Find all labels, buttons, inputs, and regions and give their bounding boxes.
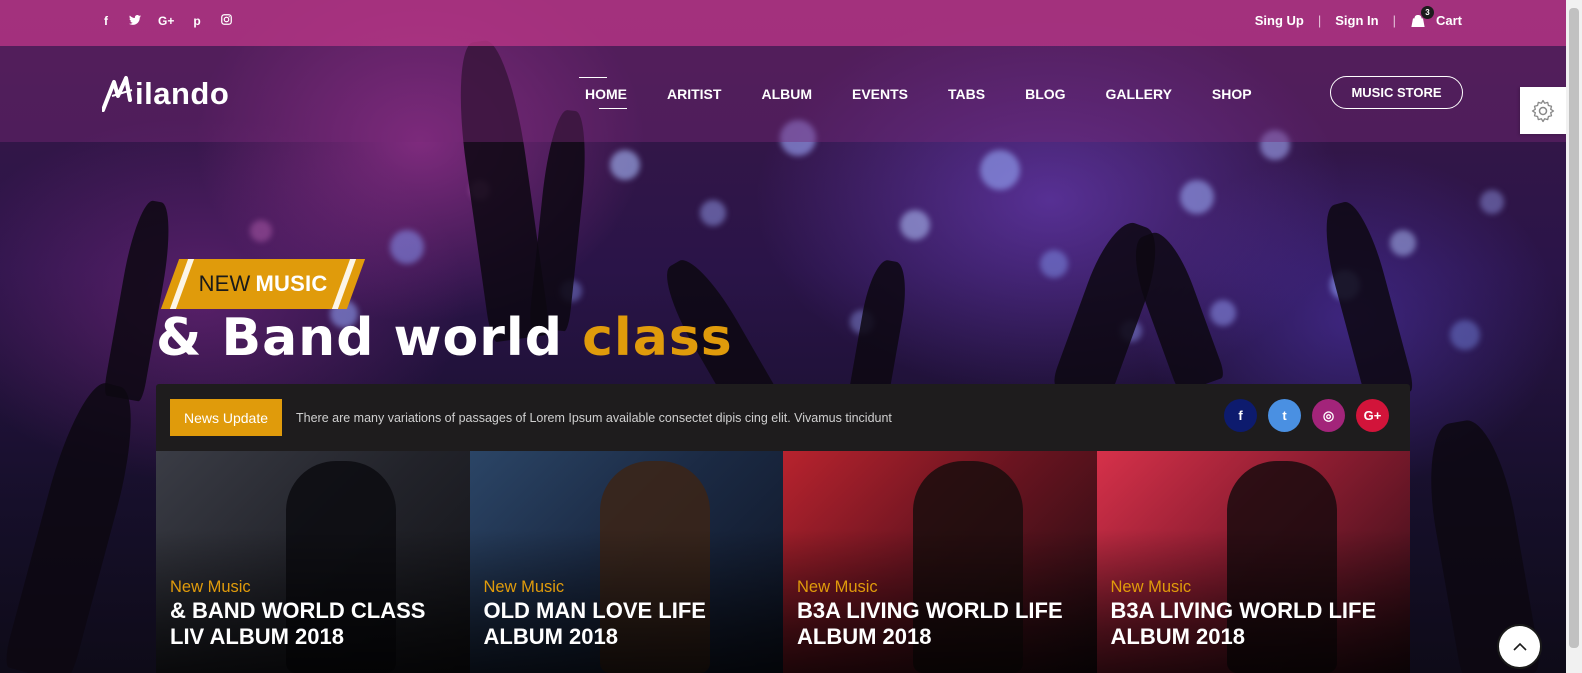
card-category[interactable]: New Music (170, 578, 251, 597)
news-ticker-text[interactable]: There are many variations of passages of… (296, 384, 892, 451)
sign-in-link[interactable]: Sign In (1335, 13, 1378, 28)
news-social-links: f t ◎ G+ (1224, 399, 1389, 432)
logo-mark-icon (102, 76, 133, 112)
main-nav: HOME ARITIST ALBUM EVENTS TABS BLOG GALLERY SHO… (565, 46, 1272, 142)
top-bar: f G+ p Sing Up | Sign In | 3 Cart (0, 0, 1566, 46)
instagram-icon[interactable]: ◎ (1312, 399, 1345, 432)
hero-title-main: & Band world (156, 308, 563, 368)
badge-word-1: NEW (198, 271, 251, 296)
twitter-icon[interactable]: t (1268, 399, 1301, 432)
badge-word-2: MUSIC (255, 271, 328, 296)
settings-toggle[interactable] (1520, 87, 1566, 134)
card-category[interactable]: New Music (797, 578, 878, 597)
account-links: Sing Up | Sign In | 3 Cart (1255, 0, 1462, 41)
cart-icon: 3 (1410, 5, 1434, 27)
album-cards: New Music & BAND WORLD CLASS LIV ALBUM 20… (156, 451, 1410, 673)
bokeh-light (900, 210, 930, 240)
instagram-icon[interactable] (220, 13, 232, 28)
album-card[interactable]: New Music OLD MAN LOVE LIFE ALBUM 2018 (469, 451, 783, 673)
logo-text: ilando (135, 76, 230, 111)
nav-item-tabs[interactable]: TABS (948, 46, 985, 142)
bokeh-light (1180, 180, 1214, 214)
bokeh-light (1390, 230, 1416, 256)
site-logo[interactable]: ilando (102, 74, 229, 112)
nav-item-blog[interactable]: BLOG (1025, 46, 1065, 142)
bokeh-light (1210, 300, 1236, 326)
card-category[interactable]: New Music (1111, 578, 1192, 597)
bokeh-light (700, 200, 726, 226)
bokeh-light (1040, 250, 1068, 278)
nav-item-aritist[interactable]: ARITIST (667, 46, 721, 142)
bokeh-light (390, 230, 424, 264)
google-plus-icon[interactable]: G+ (158, 14, 174, 28)
hero-title-accent: class (582, 308, 733, 368)
pinterest-icon[interactable]: p (191, 14, 203, 28)
nav-item-shop[interactable]: SHOP (1212, 46, 1252, 142)
separator: | (1392, 13, 1396, 28)
nav-item-events[interactable]: EVENTS (852, 46, 908, 142)
crowd-silhouette (2, 376, 148, 673)
nav-item-album[interactable]: ALBUM (761, 46, 812, 142)
album-card[interactable]: New Music & BAND WORLD CLASS LIV ALBUM 20… (156, 451, 470, 673)
bokeh-light (610, 150, 640, 180)
bokeh-light (250, 220, 272, 242)
cart-link[interactable]: 3 Cart (1410, 5, 1462, 28)
card-category[interactable]: New Music (484, 578, 565, 597)
main-header: ilando HOME ARITIST ALBUM EVENTS TABS BLOG GAL… (0, 46, 1566, 142)
hero-title: & Band world class (156, 308, 733, 368)
card-title[interactable]: B3A LIVING WORLD LIFE ALBUM 2018 (1111, 598, 1403, 650)
bokeh-light (1480, 190, 1504, 214)
card-title[interactable]: B3A LIVING WORLD LIFE ALBUM 2018 (797, 598, 1089, 650)
album-card[interactable]: New Music B3A LIVING WORLD LIFE ALBUM 201… (783, 451, 1097, 673)
nav-item-home[interactable]: HOME (579, 46, 627, 142)
card-title[interactable]: & BAND WORLD CLASS LIV ALBUM 2018 (170, 598, 462, 650)
top-social-links: f G+ p (100, 0, 232, 41)
facebook-icon[interactable]: f (1224, 399, 1257, 432)
scrollbar-thumb[interactable] (1569, 8, 1579, 648)
album-card[interactable]: New Music B3A LIVING WORLD LIFE ALBUM 201… (1096, 451, 1410, 673)
twitter-icon[interactable] (129, 14, 141, 28)
sign-up-link[interactable]: Sing Up (1255, 13, 1304, 28)
music-store-button[interactable]: MUSIC STORE (1330, 76, 1463, 109)
separator: | (1317, 13, 1322, 28)
news-ticker-bar: News Update There are many variations of… (156, 384, 1410, 451)
crowd-silhouette (1314, 196, 1416, 404)
bokeh-light (980, 150, 1020, 190)
card-title[interactable]: OLD MAN LOVE LIFE ALBUM 2018 (484, 598, 776, 650)
new-music-badge: NEW MUSIC (170, 259, 356, 309)
chevron-up-icon (1512, 642, 1527, 651)
facebook-icon[interactable]: f (100, 14, 112, 28)
cart-label: Cart (1435, 13, 1462, 28)
news-update-label: News Update (170, 399, 282, 436)
nav-item-gallery[interactable]: GALLERY (1106, 46, 1172, 142)
google-plus-icon[interactable]: G+ (1356, 399, 1389, 432)
gear-icon (1531, 99, 1555, 122)
bokeh-light (1450, 320, 1480, 350)
back-to-top-button[interactable] (1497, 624, 1542, 669)
cart-count-badge: 3 (1420, 5, 1434, 19)
